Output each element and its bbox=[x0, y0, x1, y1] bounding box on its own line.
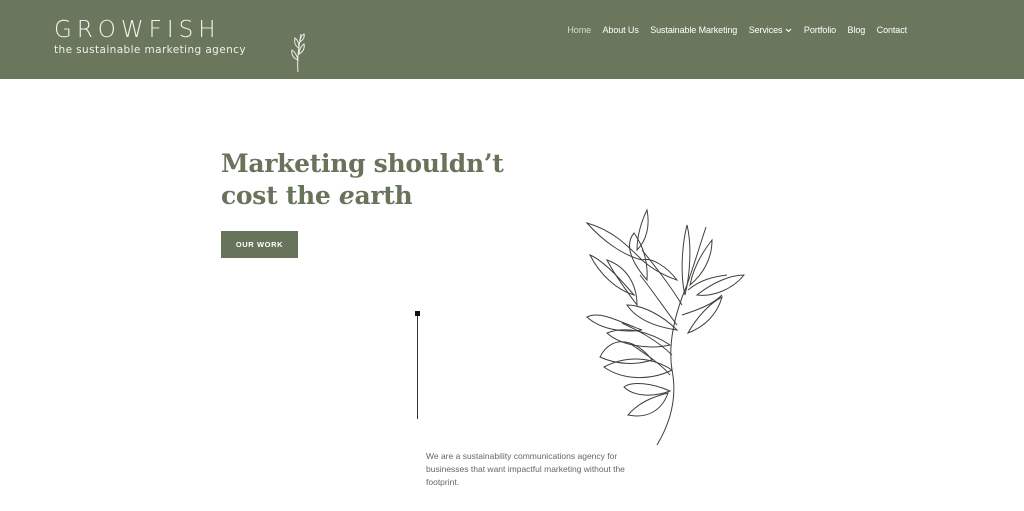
hero-title-line-1: Marketing shouldn’t bbox=[221, 149, 504, 178]
main-nav: Home About Us Sustainable Marketing Serv… bbox=[556, 25, 907, 35]
nav-about-us[interactable]: About Us bbox=[603, 25, 639, 35]
leaf-branch-icon bbox=[585, 208, 746, 446]
nav-contact[interactable]: Contact bbox=[877, 25, 907, 35]
nav-sustainable-marketing[interactable]: Sustainable Marketing bbox=[650, 25, 737, 35]
our-work-button[interactable]: OUR WORK bbox=[221, 231, 298, 258]
site-header: GROWFISH the sustainable marketing agenc… bbox=[0, 0, 1024, 79]
nav-blog[interactable]: Blog bbox=[848, 25, 866, 35]
chevron-down-icon bbox=[785, 27, 792, 36]
nav-home[interactable]: Home bbox=[567, 25, 591, 35]
logo-tagline: the sustainable marketing agency bbox=[54, 44, 246, 56]
logo-wordmark: GROWFISH bbox=[54, 17, 221, 43]
scroll-indicator-line bbox=[417, 316, 418, 419]
hero-title-line-2-suffix: arth bbox=[354, 181, 413, 210]
nav-services-label: Services bbox=[748, 25, 783, 35]
nav-services[interactable]: Services bbox=[749, 25, 793, 35]
hero-title-italic-letter: e bbox=[338, 181, 355, 210]
hero-title: Marketing shouldn’t cost the earth bbox=[221, 148, 521, 212]
logo[interactable]: GROWFISH the sustainable marketing agenc… bbox=[54, 17, 305, 73]
hero-title-line-2: cost the earth bbox=[221, 180, 521, 212]
leaf-sprig-icon bbox=[291, 33, 305, 73]
nav-portfolio[interactable]: Portfolio bbox=[804, 25, 836, 35]
hero-title-line-2-prefix: cost the bbox=[221, 181, 339, 210]
intro-paragraph: We are a sustainability communications a… bbox=[426, 451, 625, 487]
